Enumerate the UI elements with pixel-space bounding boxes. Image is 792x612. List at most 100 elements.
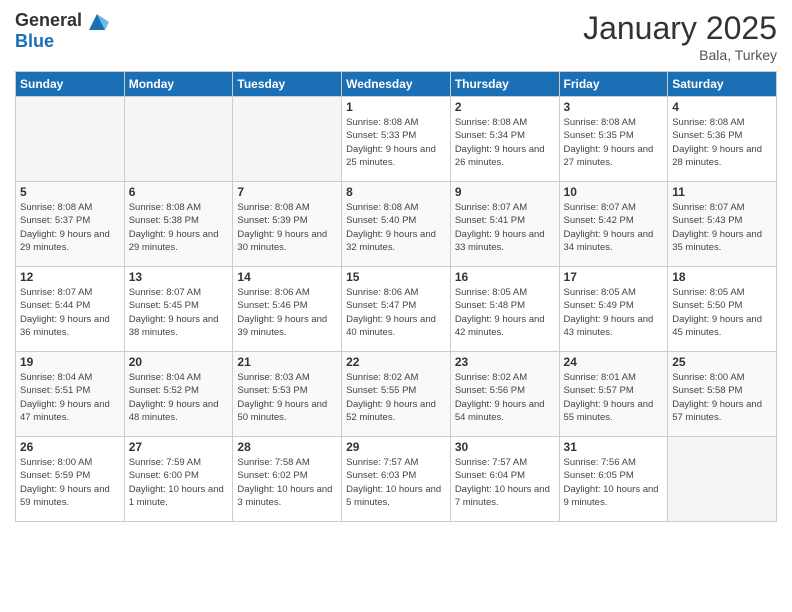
day-number: 26 — [20, 440, 120, 454]
day-number: 15 — [346, 270, 446, 284]
calendar-cell: 28 Sunrise: 7:58 AMSunset: 6:02 PMDayligh… — [233, 437, 342, 522]
day-number: 23 — [455, 355, 555, 369]
day-info: Sunrise: 8:05 AMSunset: 5:49 PMDaylight:… — [564, 286, 664, 339]
calendar-cell: 2 Sunrise: 8:08 AMSunset: 5:34 PMDaylight… — [450, 97, 559, 182]
day-number: 13 — [129, 270, 229, 284]
day-number: 3 — [564, 100, 664, 114]
calendar-cell: 10 Sunrise: 8:07 AMSunset: 5:42 PMDayligh… — [559, 182, 668, 267]
day-number: 10 — [564, 185, 664, 199]
calendar-cell: 21Sunrise: 8:03 AMSunset: 5:53 PMDayligh… — [233, 352, 342, 437]
day-info: Sunrise: 8:08 AMSunset: 5:33 PMDaylight:… — [346, 116, 446, 169]
calendar-cell: 13 Sunrise: 8:07 AMSunset: 5:45 PMDayligh… — [124, 267, 233, 352]
title-area: January 2025 Bala, Turkey — [583, 10, 777, 63]
day-header-monday: Monday — [124, 72, 233, 97]
day-number: 9 — [455, 185, 555, 199]
day-info: Sunrise: 8:08 AMSunset: 5:34 PMDaylight:… — [455, 116, 555, 169]
logo-blue: Blue — [15, 31, 54, 51]
calendar-cell: 9 Sunrise: 8:07 AMSunset: 5:41 PMDaylight… — [450, 182, 559, 267]
day-number: 16 — [455, 270, 555, 284]
calendar-header-row: SundayMondayTuesdayWednesdayThursdayFrid… — [16, 72, 777, 97]
calendar-cell: 7 Sunrise: 8:08 AMSunset: 5:39 PMDaylight… — [233, 182, 342, 267]
calendar-cell: 26 Sunrise: 8:00 AMSunset: 5:59 PMDayligh… — [16, 437, 125, 522]
day-header-friday: Friday — [559, 72, 668, 97]
calendar-cell: 17 Sunrise: 8:05 AMSunset: 5:49 PMDayligh… — [559, 267, 668, 352]
calendar-cell — [124, 97, 233, 182]
calendar-cell: 27Sunrise: 7:59 AMSunset: 6:00 PMDayligh… — [124, 437, 233, 522]
day-number: 29 — [346, 440, 446, 454]
header: General Blue January 2025 Bala, Turkey — [15, 10, 777, 63]
day-number: 2 — [455, 100, 555, 114]
day-number: 14 — [237, 270, 337, 284]
calendar-cell: 30 Sunrise: 7:57 AMSunset: 6:04 PMDayligh… — [450, 437, 559, 522]
day-info: Sunrise: 8:02 AMSunset: 5:56 PMDaylight:… — [455, 371, 555, 424]
calendar-cell: 14 Sunrise: 8:06 AMSunset: 5:46 PMDayligh… — [233, 267, 342, 352]
day-number: 30 — [455, 440, 555, 454]
calendar-cell: 3 Sunrise: 8:08 AMSunset: 5:35 PMDaylight… — [559, 97, 668, 182]
calendar-cell: 5Sunrise: 8:08 AMSunset: 5:37 PMDaylight… — [16, 182, 125, 267]
calendar-cell: 23 Sunrise: 8:02 AMSunset: 5:56 PMDayligh… — [450, 352, 559, 437]
day-header-saturday: Saturday — [668, 72, 777, 97]
calendar-cell: 29 Sunrise: 7:57 AMSunset: 6:03 PMDayligh… — [342, 437, 451, 522]
day-info: Sunrise: 8:06 AMSunset: 5:47 PMDaylight:… — [346, 286, 446, 339]
day-info: Sunrise: 8:06 AMSunset: 5:46 PMDaylight:… — [237, 286, 337, 339]
calendar-cell: 11Sunrise: 8:07 AMSunset: 5:43 PMDayligh… — [668, 182, 777, 267]
calendar-cell: 1Sunrise: 8:08 AMSunset: 5:33 PMDaylight… — [342, 97, 451, 182]
day-header-tuesday: Tuesday — [233, 72, 342, 97]
day-number: 28 — [237, 440, 337, 454]
day-number: 25 — [672, 355, 772, 369]
day-info: Sunrise: 8:07 AMSunset: 5:45 PMDaylight:… — [129, 286, 229, 339]
day-info: Sunrise: 8:01 AMSunset: 5:57 PMDaylight:… — [564, 371, 664, 424]
day-info: Sunrise: 8:07 AMSunset: 5:42 PMDaylight:… — [564, 201, 664, 254]
day-info: Sunrise: 8:04 AMSunset: 5:51 PMDaylight:… — [20, 371, 120, 424]
calendar-cell: 24 Sunrise: 8:01 AMSunset: 5:57 PMDayligh… — [559, 352, 668, 437]
month-title: January 2025 — [583, 10, 777, 47]
day-number: 24 — [564, 355, 664, 369]
calendar-cell: 22 Sunrise: 8:02 AMSunset: 5:55 PMDayligh… — [342, 352, 451, 437]
day-info: Sunrise: 7:57 AMSunset: 6:04 PMDaylight:… — [455, 456, 555, 509]
day-info: Sunrise: 8:02 AMSunset: 5:55 PMDaylight:… — [346, 371, 446, 424]
calendar-table: SundayMondayTuesdayWednesdayThursdayFrid… — [15, 71, 777, 522]
day-number: 17 — [564, 270, 664, 284]
day-header-wednesday: Wednesday — [342, 72, 451, 97]
day-info: Sunrise: 8:05 AMSunset: 5:48 PMDaylight:… — [455, 286, 555, 339]
calendar-cell: 25Sunrise: 8:00 AMSunset: 5:58 PMDayligh… — [668, 352, 777, 437]
calendar-cell: 12 Sunrise: 8:07 AMSunset: 5:44 PMDayligh… — [16, 267, 125, 352]
day-info: Sunrise: 8:08 AMSunset: 5:39 PMDaylight:… — [237, 201, 337, 254]
day-info: Sunrise: 8:00 AMSunset: 5:59 PMDaylight:… — [20, 456, 120, 509]
day-info: Sunrise: 7:57 AMSunset: 6:03 PMDaylight:… — [346, 456, 446, 509]
logo-text: General Blue — [15, 10, 82, 52]
logo-general: General — [15, 10, 82, 30]
location: Bala, Turkey — [583, 47, 777, 63]
day-number: 6 — [129, 185, 229, 199]
day-info: Sunrise: 8:08 AMSunset: 5:38 PMDaylight:… — [129, 201, 229, 254]
day-info: Sunrise: 8:07 AMSunset: 5:41 PMDaylight:… — [455, 201, 555, 254]
calendar-cell: 18 Sunrise: 8:05 AMSunset: 5:50 PMDayligh… — [668, 267, 777, 352]
day-info: Sunrise: 7:56 AMSunset: 6:05 PMDaylight:… — [564, 456, 664, 509]
calendar-week-4: 19 Sunrise: 8:04 AMSunset: 5:51 PMDayligh… — [16, 352, 777, 437]
day-info: Sunrise: 8:08 AMSunset: 5:35 PMDaylight:… — [564, 116, 664, 169]
calendar-cell: 31Sunrise: 7:56 AMSunset: 6:05 PMDayligh… — [559, 437, 668, 522]
day-number: 7 — [237, 185, 337, 199]
logo-icon — [85, 10, 109, 34]
calendar-cell: 20 Sunrise: 8:04 AMSunset: 5:52 PMDayligh… — [124, 352, 233, 437]
day-info: Sunrise: 8:08 AMSunset: 5:36 PMDaylight:… — [672, 116, 772, 169]
calendar-cell: 4Sunrise: 8:08 AMSunset: 5:36 PMDaylight… — [668, 97, 777, 182]
calendar-week-5: 26 Sunrise: 8:00 AMSunset: 5:59 PMDayligh… — [16, 437, 777, 522]
day-info: Sunrise: 8:07 AMSunset: 5:44 PMDaylight:… — [20, 286, 120, 339]
day-info: Sunrise: 8:08 AMSunset: 5:40 PMDaylight:… — [346, 201, 446, 254]
calendar-cell: 16 Sunrise: 8:05 AMSunset: 5:48 PMDayligh… — [450, 267, 559, 352]
day-info: Sunrise: 8:05 AMSunset: 5:50 PMDaylight:… — [672, 286, 772, 339]
day-info: Sunrise: 7:58 AMSunset: 6:02 PMDaylight:… — [237, 456, 337, 509]
calendar-cell: 15 Sunrise: 8:06 AMSunset: 5:47 PMDayligh… — [342, 267, 451, 352]
day-number: 12 — [20, 270, 120, 284]
day-number: 8 — [346, 185, 446, 199]
day-number: 18 — [672, 270, 772, 284]
day-info: Sunrise: 8:08 AMSunset: 5:37 PMDaylight:… — [20, 201, 120, 254]
day-info: Sunrise: 7:59 AMSunset: 6:00 PMDaylight:… — [129, 456, 229, 509]
day-number: 22 — [346, 355, 446, 369]
day-info: Sunrise: 8:04 AMSunset: 5:52 PMDaylight:… — [129, 371, 229, 424]
day-number: 19 — [20, 355, 120, 369]
day-number: 20 — [129, 355, 229, 369]
day-header-thursday: Thursday — [450, 72, 559, 97]
calendar-week-1: 1Sunrise: 8:08 AMSunset: 5:33 PMDaylight… — [16, 97, 777, 182]
